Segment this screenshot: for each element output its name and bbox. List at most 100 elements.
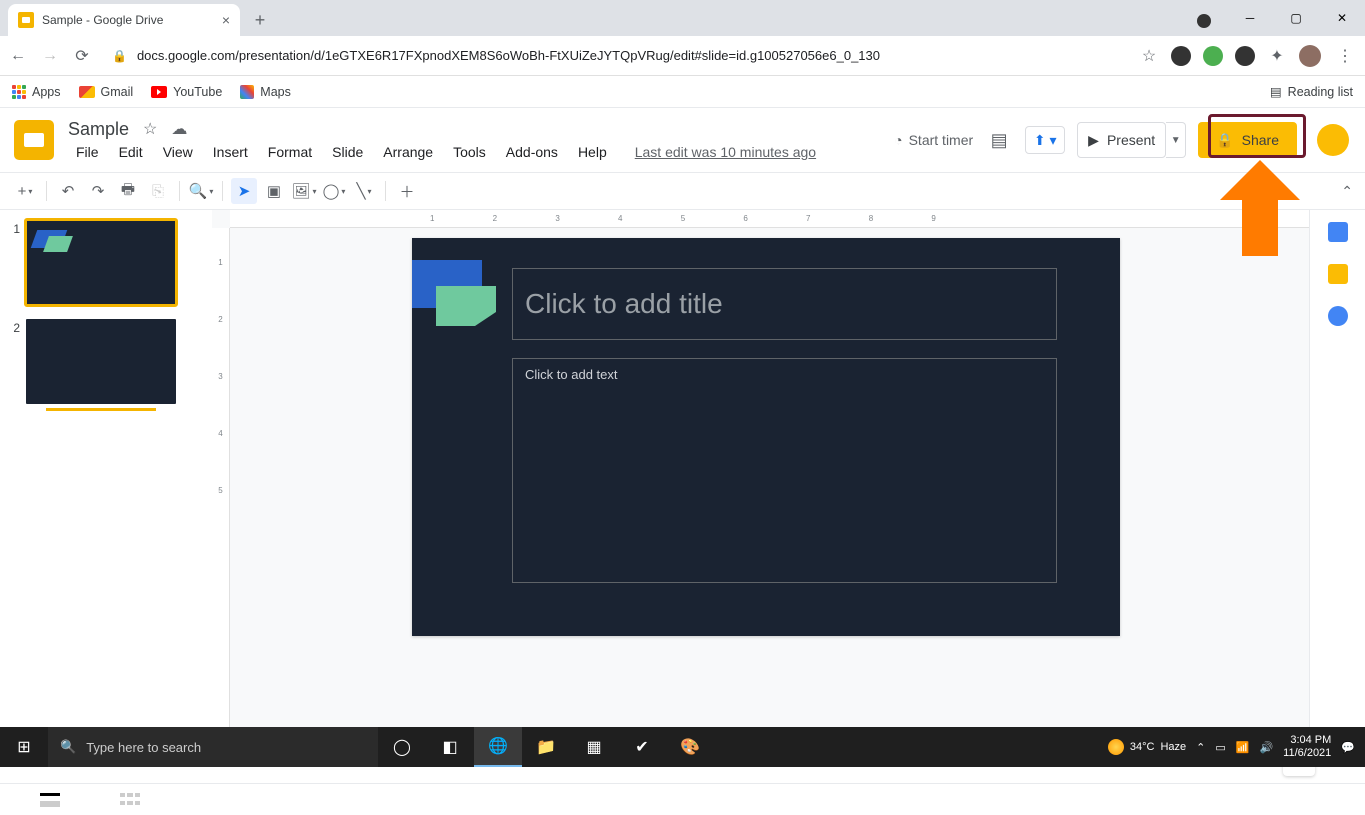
star-icon[interactable]: ☆ (143, 119, 157, 139)
app-taskbar-icon[interactable]: ✔ (618, 727, 666, 767)
star-bookmark-icon[interactable]: ☆ (1139, 46, 1159, 66)
menu-tools[interactable]: Tools (445, 142, 494, 162)
title-placeholder-text: Click to add title (525, 288, 723, 320)
taskbar-search[interactable]: 🔍 Type here to search (48, 727, 378, 767)
wifi-icon[interactable]: 📶 (1236, 741, 1250, 754)
lock-icon: 🔒 (1216, 132, 1233, 149)
gmail-bookmark[interactable]: Gmail (79, 85, 134, 99)
thumb-selection-underline (46, 408, 156, 411)
menu-view[interactable]: View (155, 142, 201, 162)
start-button[interactable]: ⊞ (0, 727, 48, 767)
redo-button[interactable]: ↷ (85, 178, 111, 204)
task-view-icon[interactable]: ◯ (378, 727, 426, 767)
weather-widget[interactable]: 34°C Haze (1108, 739, 1186, 755)
forward-button: → (40, 47, 60, 65)
share-button[interactable]: 🔒 Share (1198, 122, 1297, 158)
start-timer-button[interactable]: ◔ Start timer (894, 132, 973, 148)
cloud-status-icon[interactable]: ☁ (171, 119, 187, 139)
menu-file[interactable]: File (68, 142, 107, 162)
paint-format-button[interactable]: ⎘ (145, 178, 171, 204)
menu-addons[interactable]: Add-ons (498, 142, 566, 162)
comments-button[interactable]: ▤ (985, 126, 1013, 154)
body-placeholder[interactable]: Click to add text (512, 358, 1057, 583)
youtube-bookmark[interactable]: YouTube (151, 85, 222, 99)
maps-bookmark[interactable]: Maps (240, 85, 291, 99)
slide-thumbnail[interactable]: 2 (8, 319, 204, 411)
present-icon: ▶ (1088, 132, 1099, 149)
zoom-button[interactable]: 🔍 (188, 178, 214, 204)
present-upload-button[interactable]: ⬆ ▾ (1025, 126, 1065, 154)
filmstrip-view-button[interactable] (40, 793, 60, 807)
cortana-icon[interactable]: ◧ (426, 727, 474, 767)
canvas-area[interactable]: 1 2 3 4 5 6 7 8 9 12345 Click to add tit… (212, 210, 1309, 727)
back-button[interactable]: ← (8, 47, 28, 65)
slides-toolbar: + ↶ ↷ 🖶 ⎘ 🔍 ➤ ▣ 🖼 ◯ ╲ ＋ ⌃ (0, 172, 1365, 210)
menu-help[interactable]: Help (570, 142, 615, 162)
slide-canvas[interactable]: Click to add title Click to add text (412, 238, 1120, 636)
slides-logo-icon[interactable] (14, 120, 54, 160)
textbox-tool[interactable]: ▣ (261, 178, 287, 204)
browser-tab[interactable]: Sample - Google Drive × (8, 4, 240, 36)
menu-insert[interactable]: Insert (205, 142, 256, 162)
maximize-button[interactable]: ▢ (1273, 0, 1319, 36)
account-badge-icon[interactable] (1181, 0, 1227, 36)
paint-taskbar-icon[interactable]: 🎨 (666, 727, 714, 767)
new-tab-button[interactable]: + (246, 6, 274, 34)
search-icon: 🔍 (60, 739, 76, 755)
weather-temp: 34°C (1130, 741, 1155, 753)
reload-button[interactable]: ⟳ (72, 46, 92, 66)
present-dropdown[interactable]: ▼ (1166, 122, 1186, 158)
bookmark-label: Maps (260, 85, 291, 99)
volume-icon[interactable]: 🔊 (1259, 741, 1273, 754)
thumb-preview (26, 220, 176, 305)
menu-format[interactable]: Format (260, 142, 320, 162)
calendar-sidepanel-icon[interactable] (1328, 222, 1348, 242)
apps-grid-icon (12, 85, 26, 99)
tray-chevron-icon[interactable]: ⌃ (1196, 741, 1205, 754)
timer-label: Start timer (909, 132, 974, 148)
weather-icon (1108, 739, 1124, 755)
explorer-taskbar-icon[interactable]: 📁 (522, 727, 570, 767)
reading-list-button[interactable]: ▤ Reading list (1270, 84, 1353, 99)
chrome-taskbar-icon[interactable]: 🌐 (474, 727, 522, 767)
menu-arrange[interactable]: Arrange (375, 142, 441, 162)
google-account-avatar[interactable] (1317, 124, 1349, 156)
shape-tool[interactable]: ◯ (321, 178, 347, 204)
address-bar[interactable]: 🔒 docs.google.com/presentation/d/1eGTXE6… (104, 48, 1127, 63)
extension-icon[interactable] (1203, 46, 1223, 66)
keep-sidepanel-icon[interactable] (1328, 264, 1348, 284)
extension-icon[interactable] (1171, 46, 1191, 66)
undo-button[interactable]: ↶ (55, 178, 81, 204)
slides-favicon-icon (18, 12, 34, 28)
title-placeholder[interactable]: Click to add title (512, 268, 1057, 340)
close-window-button[interactable]: ✕ (1319, 0, 1365, 36)
minimize-button[interactable]: ─ (1227, 0, 1273, 36)
tab-close-icon[interactable]: × (222, 12, 230, 28)
comment-tool[interactable]: ＋ (394, 178, 420, 204)
grid-view-button[interactable] (120, 793, 140, 807)
clock[interactable]: 3:04 PM 11/6/2021 (1283, 734, 1331, 760)
app-taskbar-icon[interactable]: ▦ (570, 727, 618, 767)
notifications-icon[interactable]: 💬 (1341, 741, 1355, 754)
new-slide-button[interactable]: + (12, 178, 38, 204)
bookmark-label: Reading list (1288, 85, 1353, 99)
print-button[interactable]: 🖶 (115, 178, 141, 204)
image-tool[interactable]: 🖼 (291, 178, 317, 204)
doc-title[interactable]: Sample (68, 119, 129, 140)
tasks-sidepanel-icon[interactable] (1328, 306, 1348, 326)
profile-avatar-icon[interactable] (1299, 45, 1321, 67)
present-button[interactable]: ▶ Present (1077, 122, 1166, 158)
timer-icon: ◔ (894, 132, 902, 148)
battery-icon[interactable]: ▭ (1215, 741, 1225, 754)
apps-bookmark[interactable]: Apps (12, 85, 61, 99)
last-edit-link[interactable]: Last edit was 10 minutes ago (627, 142, 824, 162)
line-tool[interactable]: ╲ (351, 178, 377, 204)
select-tool[interactable]: ➤ (231, 178, 257, 204)
menu-edit[interactable]: Edit (111, 142, 151, 162)
slide-thumbnail[interactable]: 1 (8, 220, 204, 305)
menu-slide[interactable]: Slide (324, 142, 371, 162)
extensions-menu-icon[interactable]: ✦ (1267, 46, 1287, 66)
extension-icon[interactable] (1235, 46, 1255, 66)
chrome-menu-icon[interactable]: ⋮ (1333, 46, 1357, 66)
collapse-toolbar-icon[interactable]: ⌃ (1341, 183, 1353, 200)
